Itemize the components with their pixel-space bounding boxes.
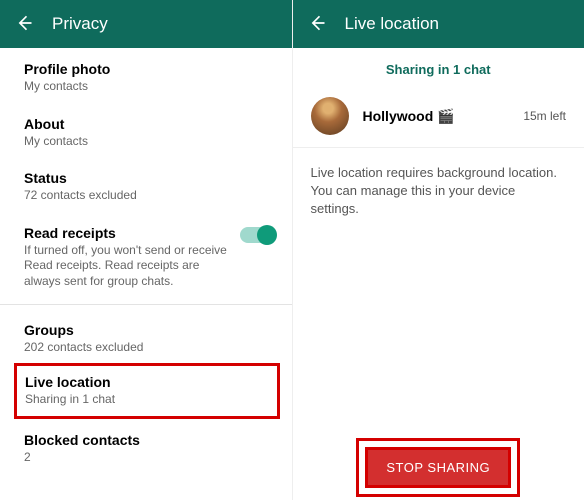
stop-sharing-highlight: STOP SHARING	[293, 447, 584, 488]
live-location-header: Live location	[293, 0, 584, 48]
privacy-title: Privacy	[52, 14, 108, 34]
blocked-contacts-label: Blocked contacts	[24, 432, 274, 448]
chat-name: Hollywood 🎬	[363, 108, 510, 125]
groups-label: Groups	[24, 322, 274, 338]
sharing-status: Sharing in 1 chat	[293, 48, 584, 89]
live-location-label: Live location	[25, 374, 269, 390]
divider	[0, 304, 292, 305]
status-item[interactable]: Status 72 contacts excluded	[24, 157, 274, 212]
status-sub: 72 contacts excluded	[24, 188, 274, 204]
read-receipts-item[interactable]: Read receipts If turned off, you won't s…	[24, 212, 274, 298]
groups-item[interactable]: Groups 202 contacts excluded	[24, 309, 274, 364]
profile-photo-sub: My contacts	[24, 79, 274, 95]
back-icon[interactable]	[307, 13, 327, 36]
live-location-title: Live location	[345, 14, 440, 34]
status-label: Status	[24, 170, 274, 186]
read-receipts-label: Read receipts	[24, 225, 228, 241]
read-receipts-sub: If turned off, you won't send or receive…	[24, 243, 228, 290]
blocked-contacts-sub: 2	[24, 450, 274, 466]
live-location-sub: Sharing in 1 chat	[25, 392, 269, 408]
read-receipts-toggle[interactable]	[240, 227, 274, 243]
avatar	[311, 97, 349, 135]
about-sub: My contacts	[24, 134, 274, 150]
groups-sub: 202 contacts excluded	[24, 340, 274, 356]
profile-photo-item[interactable]: Profile photo My contacts	[24, 48, 274, 103]
stop-sharing-button[interactable]: STOP SHARING	[365, 447, 511, 488]
live-location-item[interactable]: Live location Sharing in 1 chat	[25, 372, 269, 410]
live-location-highlight: Live location Sharing in 1 chat	[14, 363, 280, 419]
profile-photo-label: Profile photo	[24, 61, 274, 77]
chat-time-left: 15m left	[523, 109, 566, 123]
info-text: Live location requires background locati…	[293, 148, 584, 235]
blocked-contacts-item[interactable]: Blocked contacts 2	[24, 419, 274, 474]
privacy-header: Privacy	[0, 0, 292, 48]
back-icon[interactable]	[14, 13, 34, 36]
about-item[interactable]: About My contacts	[24, 103, 274, 158]
chat-row[interactable]: Hollywood 🎬 15m left	[293, 89, 584, 148]
about-label: About	[24, 116, 274, 132]
